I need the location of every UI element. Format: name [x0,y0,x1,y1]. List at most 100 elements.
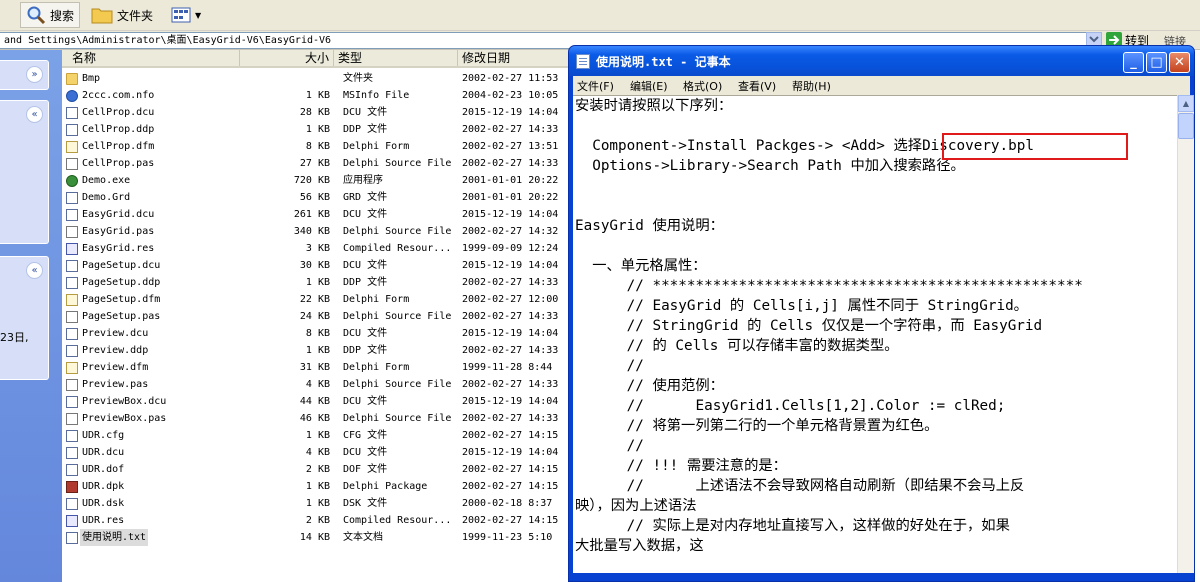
menu-format[interactable]: 格式(O) [683,78,722,94]
column-header-size[interactable]: 大小 [240,50,334,66]
delphi-source-icon [66,158,78,170]
close-button[interactable]: ✕ [1169,52,1190,73]
details-date-text: 23日, [0,331,29,344]
notepad-title-bar[interactable]: 使用说明.txt - 记事本 _ □ ✕ [569,46,1194,76]
vertical-scrollbar[interactable]: ▲ [1177,95,1194,573]
menu-view[interactable]: 查看(V) [738,78,776,94]
maximize-button[interactable]: □ [1146,52,1167,73]
file-row[interactable]: EasyGrid.pas 340 KB Delphi Source File 2002… [62,223,568,240]
column-header-type[interactable]: 类型 [334,50,458,66]
file-modified-date: 2002-02-27 13:51 [462,141,559,152]
scroll-thumb[interactable] [1178,113,1194,139]
file-size: 1 KB [305,90,330,101]
notepad-text-area[interactable]: 安装时请按照以下序列： Component->Install Packges->… [573,95,1177,573]
folders-button[interactable]: 文件夹 [86,2,158,28]
minimize-button[interactable]: _ [1123,52,1144,73]
file-row[interactable]: UDR.dof 2 KB DOF 文件 2002-02-27 14:15 [62,461,568,478]
file-row[interactable]: EasyGrid.res 3 KB Compiled Resour... 1999-0… [62,240,568,257]
file-row[interactable]: CellProp.dfm 8 KB Delphi Form 2002-02-27 13… [62,138,568,155]
file-row[interactable]: PageSetup.dfm 22 KB Delphi Form 2002-02-27 … [62,291,568,308]
text-line: // !!! 需要注意的是： [575,458,787,474]
file-type: Delphi Source File [343,226,452,237]
file-modified-date: 2002-02-27 14:15 [462,464,559,475]
file-modified-date: 2002-02-27 14:32 [462,226,559,237]
file-type: Delphi Form [343,362,410,373]
file-row[interactable]: CellProp.pas 27 KB Delphi Source File 2002-… [62,155,568,172]
file-row[interactable]: Preview.pas 4 KB Delphi Source File 2002-02… [62,376,568,393]
file-row[interactable]: EasyGrid.dcu 261 KB DCU 文件 2015-12-19 14:04 [62,206,568,223]
file-row[interactable]: PreviewBox.pas 46 KB Delphi Source File 200… [62,410,568,427]
file-size: 46 KB [299,413,330,424]
collapse-chevron-icon[interactable]: « [26,106,43,123]
menu-help[interactable]: 帮助(H) [792,78,831,94]
file-row[interactable]: Preview.dcu 8 KB DCU 文件 2015-12-19 14:04 [62,325,568,342]
file-size: 27 KB [299,158,330,169]
column-header-name[interactable]: 名称 [68,50,240,66]
file-modified-date: 1999-09-09 12:24 [462,243,559,254]
menu-edit[interactable]: 编辑(E) [630,78,668,94]
file-row[interactable]: 使用说明.txt 14 KB 文本文档 1999-11-23 5:10 [62,529,568,546]
file-type: DOF 文件 [343,464,388,475]
text-line: // 实际上是对内存地址直接写入，这样做的好处在于，如果 [575,518,1010,534]
file-size: 3 KB [305,243,330,254]
file-row[interactable]: PageSetup.ddp 1 KB DDP 文件 2002-02-27 14:33 [62,274,568,291]
file-row[interactable]: PageSetup.pas 24 KB Delphi Source File 2002… [62,308,568,325]
file-row[interactable]: UDR.dsk 1 KB DSK 文件 2000-02-18 8:37 [62,495,568,512]
text-line: 大批量写入数据，这 [575,538,704,554]
file-row[interactable]: Preview.ddp 1 KB DDP 文件 2002-02-27 14:33 [62,342,568,359]
menu-file[interactable]: 文件(F) [577,78,614,94]
file-type: DDP 文件 [343,345,388,356]
file-type: Delphi Source File [343,158,452,169]
file-row[interactable]: 2ccc.com.nfo 1 KB MSInfo File 2004-02-23 10… [62,87,568,104]
text-line: // 的 Cells 可以存储丰富的数据类型。 [575,338,899,354]
file-size: 720 KB [293,175,330,186]
file-row[interactable]: UDR.res 2 KB Compiled Resour... 2002-02-27 … [62,512,568,529]
text-line: // EasyGrid1.Cells[1,2].Color := clRed; [575,398,1006,414]
file-row[interactable]: Demo.exe 720 KB 应用程序 2001-01-01 20:22 [62,172,568,189]
file-modified-date: 2015-12-19 14:04 [462,209,559,220]
file-icon [66,396,78,408]
file-type: MSInfo File [343,90,410,101]
text-line: // [575,438,644,454]
file-type: Delphi Source File [343,379,452,390]
file-type: 文件夹 [343,73,373,84]
file-modified-date: 2000-02-18 8:37 [462,498,553,509]
file-type: Delphi Package [343,481,428,492]
expand-chevron-icon[interactable]: » [26,66,43,83]
maximize-icon: □ [1150,55,1163,70]
file-modified-date: 2002-02-27 14:33 [462,277,559,288]
file-size: 28 KB [299,107,330,118]
column-header-modified[interactable]: 修改日期 [458,50,568,66]
search-button[interactable]: 搜索 [20,2,81,28]
file-row[interactable]: PreviewBox.dcu 44 KB DCU 文件 2015-12-19 14:0… [62,393,568,410]
scroll-up-arrow-icon[interactable]: ▲ [1178,95,1194,112]
file-size: 1 KB [305,430,330,441]
file-row[interactable]: Demo.Grd 56 KB GRD 文件 2001-01-01 20:22 [62,189,568,206]
file-row[interactable]: UDR.dcu 4 KB DCU 文件 2015-12-19 14:04 [62,444,568,461]
file-name: PageSetup.pas [82,311,161,322]
collapse-chevron-icon[interactable]: « [26,262,43,279]
file-modified-date: 2015-12-19 14:04 [462,260,559,271]
views-button[interactable]: ▼ [166,2,206,28]
text-line: 映），因为上述语法 [575,498,697,514]
file-row[interactable]: UDR.cfg 1 KB CFG 文件 2002-02-27 14:15 [62,427,568,444]
file-name: PageSetup.dcu [82,260,161,271]
file-row[interactable]: CellProp.ddp 1 KB DDP 文件 2002-02-27 14:33 [62,121,568,138]
file-modified-date: 2004-02-23 10:05 [462,90,559,101]
folder-icon [66,73,78,85]
file-row[interactable]: PageSetup.dcu 30 KB DCU 文件 2015-12-19 14:04 [62,257,568,274]
file-icon [66,209,78,221]
file-icon [66,447,78,459]
file-row[interactable]: UDR.dpk 1 KB Delphi Package 2002-02-27 14:1… [62,478,568,495]
file-name: PreviewBox.dcu [82,396,167,407]
file-size: 340 KB [293,226,330,237]
file-type: DSK 文件 [343,498,388,509]
file-row[interactable]: Preview.dfm 31 KB Delphi Form 1999-11-28 8:… [62,359,568,376]
file-row[interactable]: Bmp 文件夹 2002-02-27 11:53 [62,70,568,87]
notepad-window: 使用说明.txt - 记事本 _ □ ✕ 文件(F) 编辑(E) 格式(O) 查… [568,45,1195,582]
file-size: 1 KB [305,498,330,509]
file-modified-date: 2001-01-01 20:22 [462,175,559,186]
file-row[interactable]: CellProp.dcu 28 KB DCU 文件 2015-12-19 14:04 [62,104,568,121]
file-type: GRD 文件 [343,192,388,203]
delphi-package-icon [66,481,78,493]
